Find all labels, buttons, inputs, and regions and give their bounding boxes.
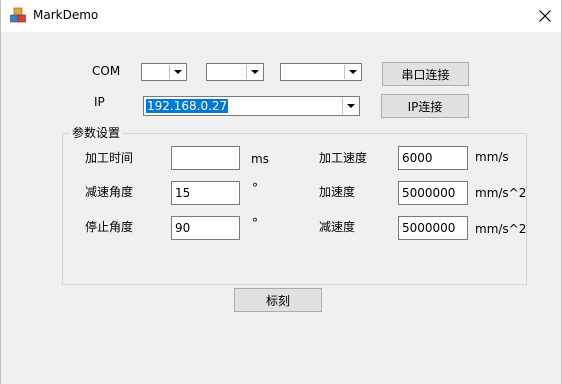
process-time-unit: ms (251, 152, 269, 166)
chevron-down-icon[interactable] (246, 65, 262, 79)
ip-address-select[interactable]: 192.168.0.27 (143, 96, 360, 116)
chevron-down-icon[interactable] (342, 98, 358, 114)
close-icon (539, 10, 551, 22)
mark-button[interactable]: 标刻 (234, 288, 322, 312)
stop-angle-label: 停止角度 (85, 220, 134, 234)
title-bar[interactable]: MarkDemo (1, 0, 561, 32)
stop-angle-unit: ° (252, 216, 258, 230)
serial-connect-button[interactable]: 串口连接 (382, 62, 469, 86)
decel-angle-label: 减速角度 (85, 185, 134, 199)
window-title: MarkDemo (33, 8, 99, 22)
accel-unit: mm/s^2 (475, 186, 527, 200)
ip-label: IP (94, 95, 105, 109)
params-group-title: 参数设置 (70, 124, 123, 141)
process-speed-label: 加工速度 (319, 151, 368, 165)
process-speed-unit: mm/s (475, 150, 509, 164)
ip-address-value: 192.168.0.27 (146, 99, 229, 113)
stop-angle-field[interactable]: 90 (171, 216, 240, 240)
process-time-field[interactable] (171, 146, 240, 170)
chevron-down-icon[interactable] (169, 65, 185, 79)
main-window: MarkDemo COM 串口连接 IP 192.168.0.27 IP连接 参… (0, 0, 562, 384)
close-button[interactable] (529, 0, 561, 32)
decel-angle-unit: ° (252, 181, 258, 195)
chevron-down-icon[interactable] (344, 65, 360, 79)
accel-field[interactable]: 5000000 (398, 181, 468, 205)
baud-rate-select[interactable] (206, 63, 264, 81)
client-area: COM 串口连接 IP 192.168.0.27 IP连接 参数设置 加工时间 … (1, 32, 561, 384)
app-cube-icon (10, 7, 26, 23)
com-label: COM (92, 64, 121, 78)
process-speed-field[interactable]: 6000 (398, 146, 468, 170)
decel-label: 减速度 (319, 220, 356, 234)
decel-field[interactable]: 5000000 (398, 216, 468, 240)
decel-unit: mm/s^2 (475, 222, 527, 236)
com-port-select[interactable] (141, 63, 187, 81)
ip-connect-button[interactable]: IP连接 (381, 94, 469, 118)
decel-angle-field[interactable]: 15 (171, 181, 240, 205)
process-time-label: 加工时间 (85, 151, 134, 165)
accel-label: 加速度 (319, 185, 356, 199)
serial-option-select[interactable] (280, 63, 362, 81)
